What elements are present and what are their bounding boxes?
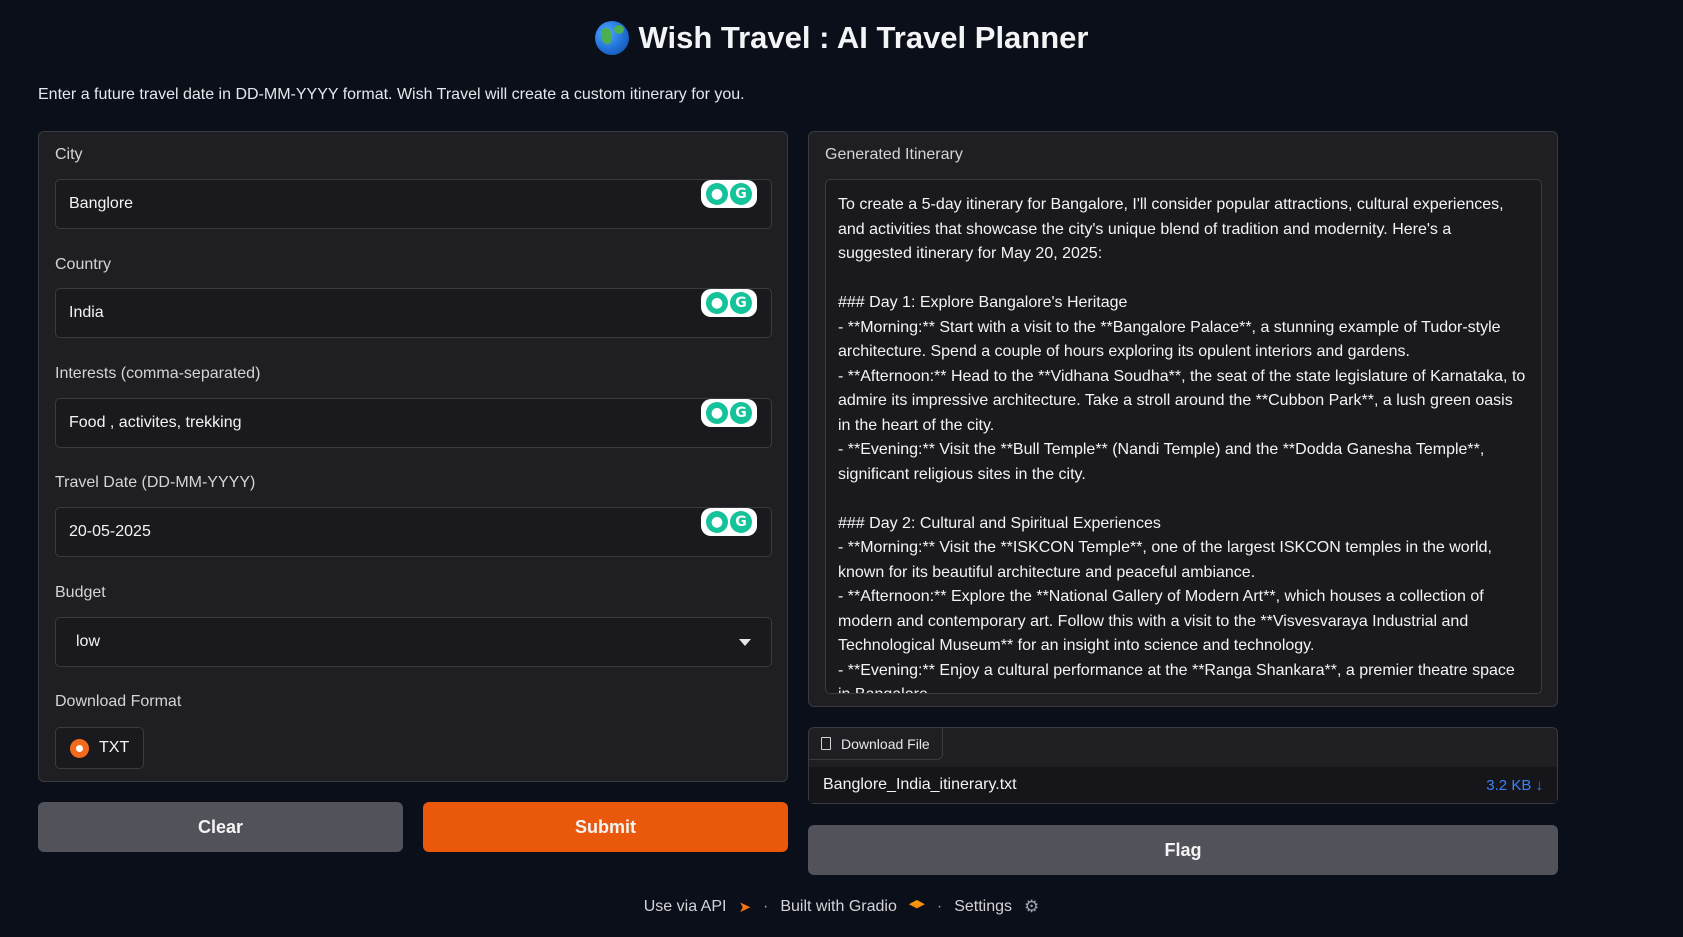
grammarly-badge[interactable]: ● G <box>701 508 757 536</box>
grammarly-icon: G <box>730 402 752 424</box>
file-name[interactable]: Banglore_India_itinerary.txt <box>823 776 1017 794</box>
page-description: Enter a future travel date in DD-MM-YYYY… <box>38 86 745 103</box>
title-text: Wish Travel : AI Travel Planner <box>638 20 1089 55</box>
city-input[interactable]: Banglore ● G <box>55 179 772 229</box>
flag-button[interactable]: Flag <box>808 825 1558 875</box>
grammarly-icon: G <box>730 511 752 533</box>
travel-date-input[interactable]: 20-05-2025 ● G <box>55 507 772 557</box>
grammarly-badge[interactable]: ● G <box>701 180 757 208</box>
itinerary-label: Generated Itinerary <box>825 146 963 163</box>
output-panel: Generated Itinerary To create a 5-day it… <box>808 131 1558 707</box>
submit-button[interactable]: Submit <box>423 802 788 852</box>
input-panel: City Banglore ● G Country India ● G Inte… <box>38 131 788 782</box>
globe-icon <box>594 21 629 55</box>
lightbulb-icon: ● <box>706 292 728 314</box>
budget-label: Budget <box>55 584 106 601</box>
use-via-api-link[interactable]: Use via API <box>644 898 727 916</box>
grammarly-icon: G <box>730 183 752 205</box>
grammarly-badge[interactable]: ● G <box>701 399 757 427</box>
lightbulb-icon: ● <box>706 402 728 424</box>
chevron-down-icon[interactable] <box>739 638 751 646</box>
city-label: City <box>55 146 83 163</box>
country-value: India <box>69 304 104 321</box>
itinerary-text: To create a 5-day itinerary for Bangalor… <box>838 196 1526 693</box>
download-format-label: Download Format <box>55 693 182 710</box>
lightbulb-icon: ● <box>706 183 728 205</box>
gradio-logo-icon <box>908 900 925 909</box>
grammarly-badge[interactable]: ● G <box>701 289 757 317</box>
txt-radio-option[interactable]: TXT <box>55 727 144 769</box>
interests-input[interactable]: Food , activites, trekking ● G <box>55 398 772 448</box>
clear-button[interactable]: Clear <box>38 802 403 852</box>
budget-dropdown[interactable]: low <box>55 617 772 667</box>
txt-option-label: TXT <box>99 739 130 756</box>
settings-link[interactable]: Settings <box>954 898 1012 916</box>
file-size-download-link[interactable]: 3.2 KB ↓ <box>1486 777 1543 794</box>
travel-date-value: 20-05-2025 <box>69 523 151 540</box>
gear-icon[interactable]: ⚙ <box>1024 897 1039 917</box>
footer-separator: · <box>936 898 943 915</box>
interests-label: Interests (comma-separated) <box>55 365 261 382</box>
rocket-icon: ➤ <box>738 899 752 916</box>
budget-value: low <box>76 633 101 650</box>
footer-separator: · <box>763 898 769 915</box>
itinerary-textbox[interactable]: To create a 5-day itinerary for Bangalor… <box>825 179 1542 694</box>
country-input[interactable]: India ● G <box>55 288 772 338</box>
file-row[interactable]: Banglore_India_itinerary.txt 3.2 KB ↓ <box>809 767 1557 803</box>
city-value: Banglore <box>69 195 134 212</box>
lightbulb-icon: ● <box>706 511 728 533</box>
page-title: Wish Travel : AI Travel Planner <box>0 20 1683 56</box>
file-icon <box>821 737 831 750</box>
interests-value: Food , activites, trekking <box>69 414 242 431</box>
built-with-gradio-link[interactable]: Built with Gradio <box>780 898 897 916</box>
download-file-label: Download File <box>841 735 930 752</box>
travel-date-label: Travel Date (DD-MM-YYYY) <box>55 474 256 491</box>
footer: Use via API ➤ · Built with Gradio · Sett… <box>0 897 1683 917</box>
download-file-panel: Download File Banglore_India_itinerary.t… <box>808 727 1558 804</box>
radio-selected-icon[interactable] <box>70 738 89 758</box>
country-label: Country <box>55 256 112 273</box>
download-file-tab: Download File <box>809 728 943 760</box>
grammarly-icon: G <box>730 292 752 314</box>
